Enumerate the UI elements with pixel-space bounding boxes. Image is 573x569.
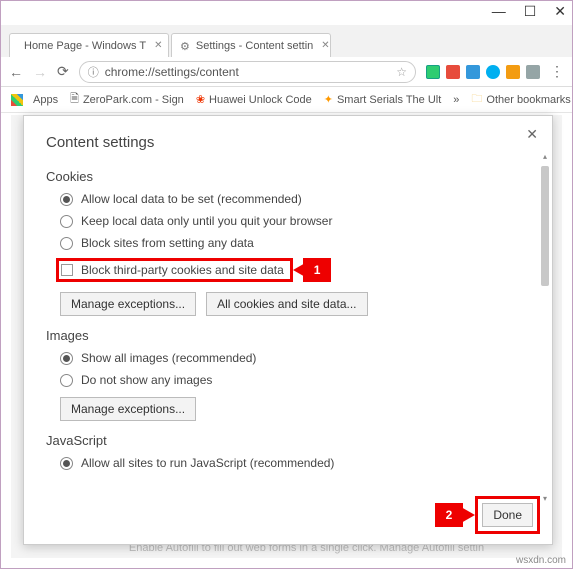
scrollbar[interactable]: ▴ ▾: [540, 164, 550, 494]
apps-icon: [11, 94, 23, 106]
section-javascript: JavaScript: [46, 433, 536, 448]
tab-label: Home Page - Windows T: [24, 40, 146, 52]
radio-icon: [60, 374, 73, 387]
tab-bar: Home Page - Windows T ✕ ⚙ Settings - Con…: [1, 25, 572, 57]
checkbox-block-third-party[interactable]: Block third-party cookies and site data: [61, 263, 284, 277]
section-images: Images: [46, 328, 536, 343]
manage-exceptions-button[interactable]: Manage exceptions...: [60, 292, 196, 316]
extension-icon[interactable]: [506, 65, 520, 79]
url-text: chrome://settings/content: [105, 65, 239, 79]
other-bookmarks[interactable]: 🗀Other bookmarks: [471, 90, 570, 109]
tab-close-icon[interactable]: ✕: [321, 40, 329, 51]
win-maximize[interactable]: ☐: [524, 3, 537, 20]
scroll-down-icon[interactable]: ▾: [540, 494, 550, 506]
radio-icon: [60, 457, 73, 470]
win-close[interactable]: ✕: [554, 3, 566, 20]
watermark: wsxdn.com: [516, 555, 566, 566]
radio-hide-images[interactable]: Do not show any images: [60, 373, 536, 387]
callout-arrow-icon: [461, 507, 475, 523]
radio-show-images[interactable]: Show all images (recommended): [60, 351, 536, 365]
dialog-close-button[interactable]: ✕: [526, 126, 538, 143]
scroll-up-icon[interactable]: ▴: [540, 152, 550, 164]
radio-icon: [60, 193, 73, 206]
win-minimize[interactable]: —: [492, 3, 506, 20]
tab-close-icon[interactable]: ✕: [154, 40, 162, 51]
callout-1-highlight: Block third-party cookies and site data: [56, 258, 293, 282]
apps-button[interactable]: Apps: [11, 94, 58, 106]
dialog-title: Content settings: [46, 134, 552, 151]
bookmarks-overflow[interactable]: »: [453, 94, 459, 106]
callout-2: 2: [435, 503, 464, 527]
forward-button[interactable]: →: [33, 64, 47, 80]
radio-icon: [60, 352, 73, 365]
callout-2-highlight: Done: [475, 496, 540, 534]
address-bar: ← → ⟳ ⓘ chrome://settings/content ☆ ⋮: [1, 57, 572, 87]
radio-keep-until-quit[interactable]: Keep local data only until you quit your…: [60, 214, 536, 228]
bookmark-item[interactable]: ❀Huawei Unlock Code: [196, 93, 312, 106]
bookmark-item[interactable]: ✦Smart Serials The Ult: [324, 93, 442, 106]
radio-block-sites[interactable]: Block sites from setting any data: [60, 236, 536, 250]
menu-button[interactable]: ⋮: [550, 63, 564, 80]
site-info-icon[interactable]: ⓘ: [88, 64, 99, 80]
manage-exceptions-button[interactable]: Manage exceptions...: [60, 397, 196, 421]
back-button[interactable]: ←: [9, 64, 23, 80]
bookmark-item[interactable]: 🗎ZeroPark.com - Sign: [70, 90, 184, 109]
scroll-thumb[interactable]: [541, 166, 549, 286]
folder-icon: 🗀: [471, 90, 482, 109]
page-icon: 🗎: [70, 90, 79, 109]
checkbox-icon: [61, 264, 73, 276]
extension-icon[interactable]: [486, 65, 500, 79]
radio-icon: [60, 215, 73, 228]
extension-icon[interactable]: [466, 65, 480, 79]
star-icon: ✦: [324, 93, 333, 106]
reload-button[interactable]: ⟳: [57, 63, 69, 80]
radio-icon: [60, 237, 73, 250]
bookmark-star-icon[interactable]: ☆: [396, 65, 407, 79]
huawei-icon: ❀: [196, 93, 205, 106]
radio-allow-js[interactable]: Allow all sites to run JavaScript (recom…: [60, 456, 536, 470]
extension-icon[interactable]: [526, 65, 540, 79]
url-input[interactable]: ⓘ chrome://settings/content ☆: [79, 61, 416, 83]
tab-homepage[interactable]: Home Page - Windows T ✕: [9, 33, 169, 57]
extension-icon[interactable]: [426, 65, 440, 79]
gear-icon: ⚙: [180, 40, 190, 52]
all-cookies-data-button[interactable]: All cookies and site data...: [206, 292, 367, 316]
section-cookies: Cookies: [46, 169, 536, 184]
bookmarks-bar: Apps 🗎ZeroPark.com - Sign ❀Huawei Unlock…: [1, 87, 572, 113]
extension-icon[interactable]: [446, 65, 460, 79]
tab-label: Settings - Content settin: [196, 40, 313, 52]
extension-icons: [426, 65, 540, 79]
done-button[interactable]: Done: [482, 503, 533, 527]
content-settings-dialog: Content settings ✕ ▴ ▾ Cookies Allow loc…: [23, 115, 553, 545]
radio-allow-local-data[interactable]: Allow local data to be set (recommended): [60, 192, 536, 206]
tab-settings[interactable]: ⚙ Settings - Content settin ✕: [171, 33, 331, 57]
callout-1: 1: [303, 258, 332, 282]
